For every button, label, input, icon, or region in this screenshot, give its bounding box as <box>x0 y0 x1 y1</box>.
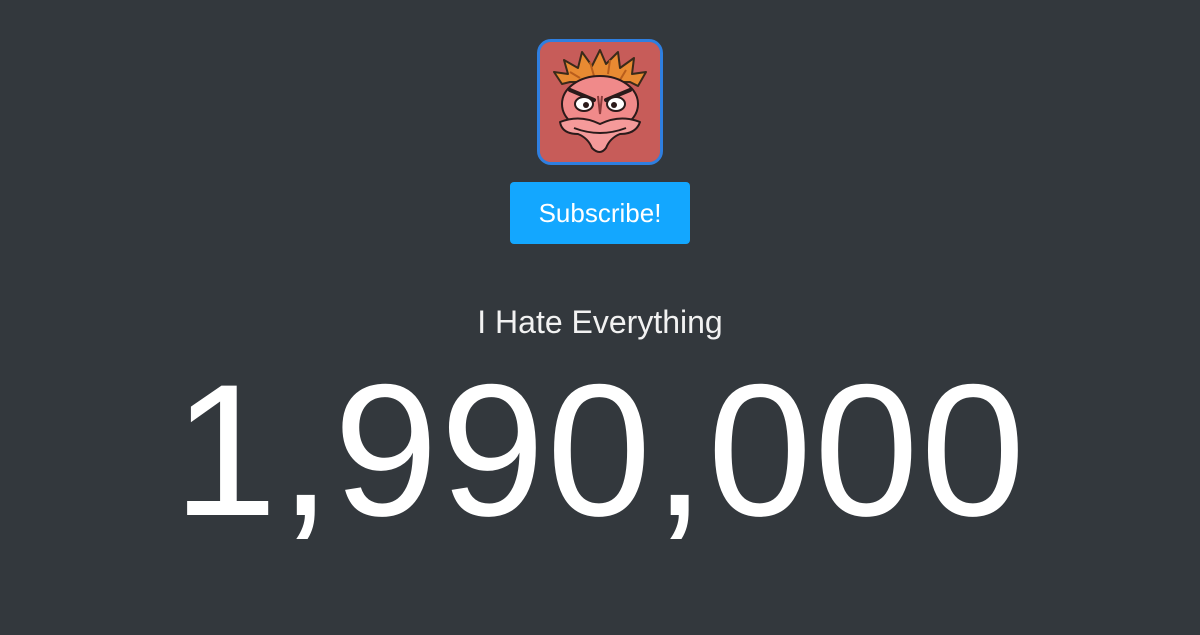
subscribe-button[interactable]: Subscribe! <box>510 182 690 244</box>
angry-face-icon <box>540 42 660 162</box>
channel-name: I Hate Everything <box>477 304 723 340</box>
subscriber-count: 1,990,000 <box>172 345 1028 555</box>
channel-avatar[interactable] <box>537 39 663 165</box>
